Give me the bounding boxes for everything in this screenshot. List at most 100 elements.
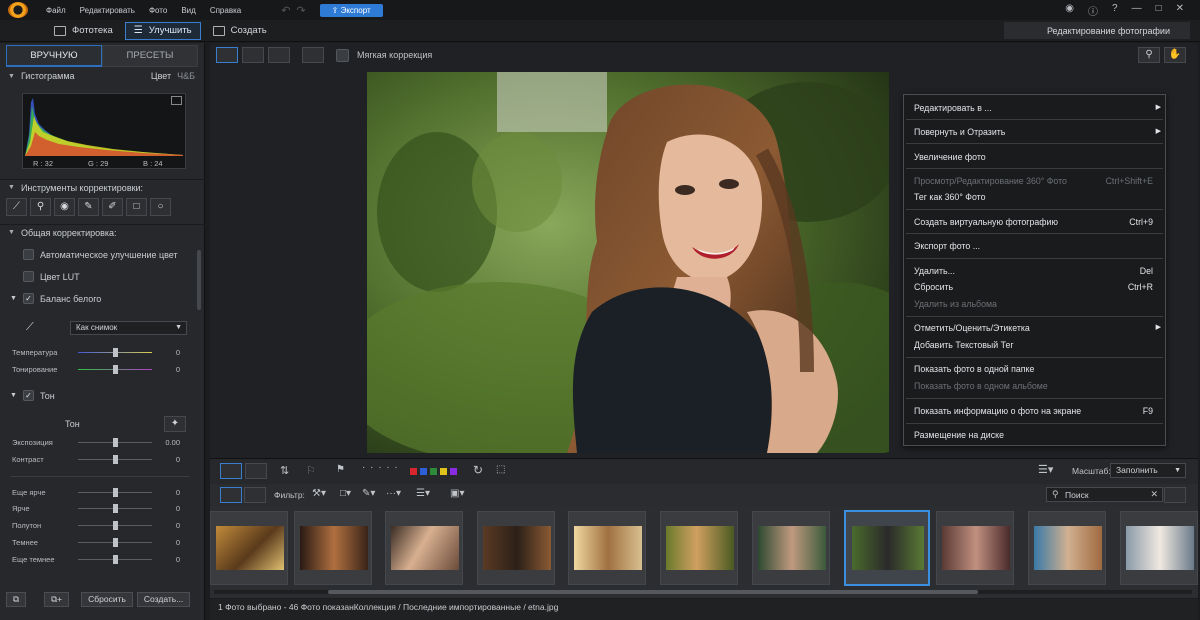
temperature-knob[interactable] <box>113 348 118 357</box>
eyedropper-icon[interactable]: ⟋ <box>26 321 34 334</box>
thumbnail[interactable] <box>1120 511 1198 585</box>
filter-edited-icon[interactable]: ✎▾ <box>362 488 375 499</box>
thumbnail[interactable] <box>568 511 646 585</box>
menu-show-folder[interactable]: Показать фото в одной папке <box>914 364 1159 374</box>
panel-scrollbar[interactable] <box>197 250 201 310</box>
share-icon[interactable] <box>1164 487 1186 503</box>
scrollbar-thumb[interactable] <box>328 590 978 594</box>
contrast-knob[interactable] <box>113 455 118 464</box>
thumbnail[interactable] <box>1028 511 1106 585</box>
menu-reset[interactable]: Сбросить Ctrl+R <box>914 282 1159 292</box>
sort-icon[interactable]: ⇅ <box>280 464 289 477</box>
color-label-yellow[interactable] <box>440 468 447 475</box>
filter-sort-icon[interactable]: ☰▾ <box>416 488 430 499</box>
midtone-knob[interactable] <box>113 521 118 530</box>
white-balance-preset-select[interactable]: Как снимок ▼ <box>70 321 187 335</box>
histogram-expand-icon[interactable] <box>171 96 182 105</box>
crop-icon[interactable]: ⟋ <box>6 198 27 216</box>
thumbnail[interactable] <box>385 511 463 585</box>
filmstrip-scrollbar[interactable] <box>214 590 1192 594</box>
maximize-icon[interactable]: □ <box>1156 3 1162 18</box>
search-input[interactable]: ⚲ Поиск ✕ <box>1046 487 1163 502</box>
thumbnail-selected[interactable] <box>844 510 930 586</box>
filter-layer-icon[interactable]: ▣▾ <box>450 488 464 499</box>
filter-frame-icon[interactable]: □▾ <box>340 488 351 499</box>
color-label-blue[interactable] <box>420 468 427 475</box>
spot-removal-icon[interactable]: ⚲ <box>30 198 51 216</box>
white-balance-row[interactable]: ▼ ✓ Баланс белого <box>10 293 101 304</box>
menu-delete[interactable]: Удалить... Del <box>914 266 1159 276</box>
redo-icon[interactable]: ↷ <box>296 4 305 17</box>
auto-tone-icon[interactable]: ✦ <box>164 416 186 432</box>
menu-edit[interactable]: Редактировать <box>80 6 135 15</box>
thumbnail[interactable] <box>294 511 372 585</box>
workspace-select[interactable]: Редактирование фотографии <box>1004 22 1190 39</box>
help-icon[interactable]: ? <box>1112 3 1118 18</box>
single-photo-icon[interactable] <box>220 463 242 479</box>
white-balance-checkbox[interactable]: ✓ <box>22 293 34 304</box>
minimize-icon[interactable]: — <box>1132 3 1142 18</box>
menu-rotate[interactable]: Повернуть и Отразить ▶ <box>914 127 1161 137</box>
main-photo[interactable] <box>367 72 889 453</box>
clear-search-icon[interactable]: ✕ <box>1150 489 1158 500</box>
reset-button[interactable]: Сбросить <box>81 592 133 607</box>
rating-dots-icon[interactable]: · · · · · <box>362 462 399 473</box>
histogram-bw-toggle[interactable]: Ч&Б <box>177 71 195 81</box>
dual-photo-icon[interactable] <box>245 463 267 479</box>
tools-header[interactable]: ▼ Инструменты корректировки: <box>0 179 205 195</box>
paste-settings-button[interactable]: ⧉+ <box>44 592 70 607</box>
menu-photo[interactable]: Фото <box>149 6 167 15</box>
auto-enhance-checkbox[interactable] <box>23 249 34 260</box>
darker-knob[interactable] <box>113 538 118 547</box>
histogram-color-toggle[interactable]: Цвет <box>151 71 171 81</box>
menu-show-info[interactable]: Показать информацию о фото на экране F9 <box>914 406 1159 416</box>
brush-icon[interactable]: ✎ <box>78 198 99 216</box>
thumbnail[interactable] <box>477 511 555 585</box>
rotate-icon[interactable]: ↻ <box>473 463 483 477</box>
menu-add-text-tag[interactable]: Добавить Текстовый Тег <box>914 340 1159 350</box>
brighter2-knob[interactable] <box>113 488 118 497</box>
pan-hand-icon[interactable]: ✋ <box>1164 47 1186 63</box>
auto-enhance-row[interactable]: Автоматическое улучшение цвет <box>23 249 178 260</box>
tab-manual[interactable]: ВРУЧНУЮ <box>6 45 102 67</box>
compare-view-icon[interactable] <box>242 47 264 63</box>
menu-help[interactable]: Справка <box>210 6 241 15</box>
grid-view-icon[interactable] <box>268 47 290 63</box>
second-monitor-icon[interactable] <box>302 47 324 63</box>
menu-export[interactable]: Экспорт фото ... <box>914 241 1159 251</box>
darker2-knob[interactable] <box>113 555 118 564</box>
filter-tag-icon[interactable]: ⚒▾ <box>312 488 326 499</box>
tab-presets[interactable]: ПРЕСЕТЫ <box>102 45 198 67</box>
radial-mask-icon[interactable]: ○ <box>150 198 171 216</box>
close-icon[interactable]: ✕ <box>1176 3 1184 18</box>
menu-disk-location[interactable]: Размещение на диске <box>914 430 1159 440</box>
general-header[interactable]: ▼ Общая корректировка: <box>0 224 205 240</box>
create-preset-button[interactable]: Создать... <box>136 592 191 607</box>
menu-file[interactable]: Файл <box>46 6 66 15</box>
lut-row[interactable]: Цвет LUT <box>23 271 80 282</box>
color-label-red[interactable] <box>410 468 417 475</box>
tint-knob[interactable] <box>113 365 118 374</box>
enhance-mode-button[interactable]: ☰ Улучшить <box>124 21 201 40</box>
tone-row[interactable]: ▼ ✓ Тон <box>10 390 55 401</box>
menu-edit-in[interactable]: Редактировать в ... ▶ <box>914 103 1161 113</box>
exposure-knob[interactable] <box>113 438 118 447</box>
menu-zoom[interactable]: Увеличение фото <box>914 152 1159 162</box>
color-label-green[interactable] <box>430 468 437 475</box>
tone-checkbox[interactable]: ✓ <box>22 390 34 401</box>
menu-mark[interactable]: Отметить/Оценить/Этикетка ▶ <box>914 323 1161 333</box>
zoom-icon[interactable]: ⚲ <box>1138 47 1160 63</box>
lut-checkbox[interactable] <box>23 271 34 282</box>
filmstrip-view-icon[interactable] <box>220 487 242 503</box>
gradient-brush-icon[interactable]: ✐ <box>102 198 123 216</box>
histogram-header[interactable]: ▼ Гистограмма Цвет Ч&Б <box>0 68 205 84</box>
library-mode-button[interactable]: Фототека <box>46 22 121 40</box>
list-view-icon[interactable] <box>244 487 266 503</box>
copy-settings-button[interactable]: ⧉ <box>6 592 27 607</box>
thumbnail[interactable] <box>752 511 830 585</box>
thumbnail[interactable] <box>660 511 738 585</box>
undo-icon[interactable]: ↶ <box>281 4 290 17</box>
square-mask-icon[interactable]: □ <box>126 198 147 216</box>
single-view-icon[interactable] <box>216 47 238 63</box>
notification-icon[interactable]: ◉ <box>1065 3 1074 18</box>
